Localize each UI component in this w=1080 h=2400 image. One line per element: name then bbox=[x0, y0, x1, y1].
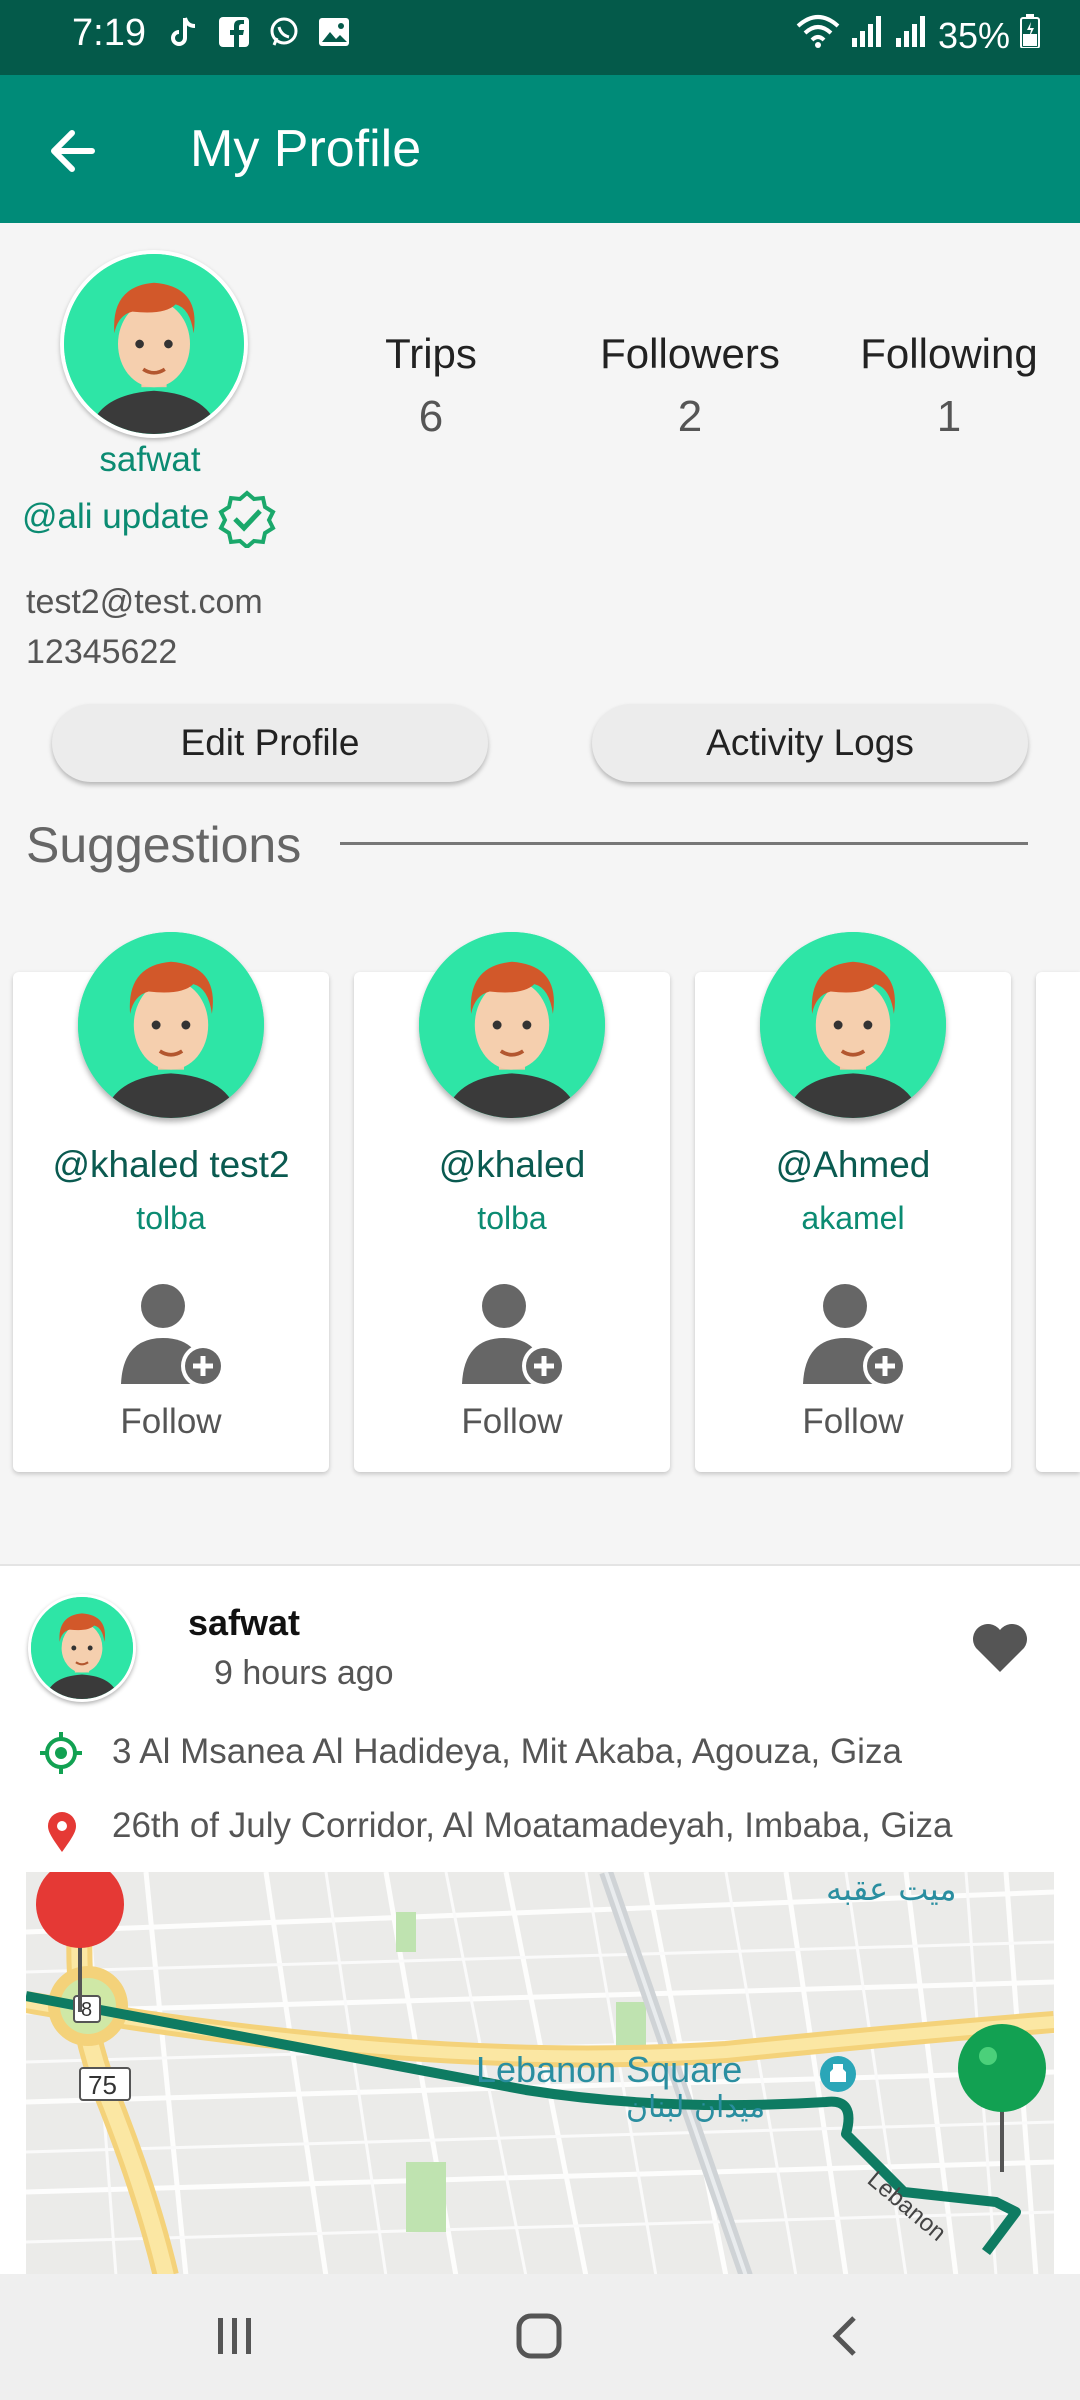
trip-end-address: 26th of July Corridor, Al Moatamadeyah, … bbox=[112, 1806, 953, 1845]
whatsapp-icon bbox=[268, 16, 300, 48]
gallery-icon bbox=[318, 16, 350, 48]
follow-button[interactable]: Follow bbox=[695, 1402, 1011, 1442]
add-person-icon[interactable] bbox=[454, 1272, 574, 1392]
suggestion-card[interactable]: @khaled tolba Follow bbox=[354, 932, 670, 1472]
system-nav-bar bbox=[0, 2274, 1080, 2400]
battery-text: 35% bbox=[937, 14, 1010, 56]
app-bar: My Profile bbox=[0, 75, 1080, 223]
suggestion-name: akamel bbox=[801, 1200, 905, 1236]
end-location-icon bbox=[44, 1810, 80, 1854]
suggestion-username: @Ahmed bbox=[775, 1144, 931, 1185]
add-person-icon[interactable] bbox=[113, 1272, 233, 1392]
arrow-back-icon[interactable] bbox=[42, 119, 106, 183]
trip-start-address: 3 Al Msanea Al Hadideya, Mit Akaba, Agou… bbox=[112, 1732, 902, 1771]
stat-trips[interactable]: Trips 6 bbox=[311, 330, 551, 442]
tiktok-icon bbox=[168, 16, 200, 48]
stat-following[interactable]: Following 1 bbox=[829, 330, 1069, 442]
stat-value: 6 bbox=[418, 392, 444, 441]
suggestion-card-partial[interactable] bbox=[1036, 972, 1080, 1472]
end-pin bbox=[36, 1872, 124, 1948]
suggestion-card[interactable]: @Ahmed akamel Follow bbox=[695, 932, 1011, 1472]
home-icon[interactable] bbox=[514, 2312, 564, 2360]
signal-icon bbox=[850, 14, 884, 57]
page-title: My Profile bbox=[190, 120, 422, 178]
profile-avatar[interactable] bbox=[60, 250, 248, 438]
follow-button[interactable]: Follow bbox=[13, 1402, 329, 1442]
profile-email: test2@test.com bbox=[26, 583, 263, 621]
suggestion-avatar bbox=[78, 932, 264, 1118]
suggestion-avatar bbox=[419, 932, 605, 1118]
start-location-icon bbox=[38, 1730, 84, 1776]
map-label-lebanon-square: Lebanon Square bbox=[476, 2049, 742, 2090]
profile-phone: 12345622 bbox=[26, 633, 178, 671]
suggestion-name: tolba bbox=[136, 1200, 206, 1236]
stat-followers[interactable]: Followers 2 bbox=[570, 330, 810, 442]
profile-name: safwat bbox=[99, 440, 201, 479]
road-number-small: 8 bbox=[81, 1999, 92, 2021]
heart-icon[interactable] bbox=[970, 1620, 1030, 1674]
divider bbox=[340, 842, 1028, 845]
stat-value: 2 bbox=[677, 392, 703, 441]
stat-label: Following bbox=[860, 330, 1038, 377]
stat-label: Followers bbox=[600, 330, 780, 377]
trip-post: safwat 9 hours ago 3 Al Msanea Al Hadide… bbox=[0, 1564, 1080, 2286]
stat-label: Trips bbox=[385, 330, 477, 377]
battery-charging-icon bbox=[1020, 14, 1040, 57]
recent-apps-icon[interactable] bbox=[210, 2314, 260, 2358]
post-author[interactable]: safwat bbox=[188, 1602, 300, 1644]
facebook-icon bbox=[218, 16, 250, 48]
map-label-arabic: ميدان لبنان bbox=[626, 2090, 765, 2125]
activity-logs-button[interactable]: Activity Logs bbox=[592, 704, 1028, 782]
suggestions-title: Suggestions bbox=[26, 817, 302, 873]
wifi-icon bbox=[796, 14, 840, 57]
map-label-arabic-top: ميت عقبه bbox=[826, 1872, 956, 1908]
signal-icon bbox=[894, 14, 928, 57]
status-bar: 7:19 35% bbox=[0, 0, 1080, 75]
road-number: 75 bbox=[88, 2070, 117, 2100]
profile-handle: @ali update bbox=[22, 497, 210, 536]
stat-value: 1 bbox=[936, 392, 962, 441]
back-nav-icon[interactable] bbox=[820, 2312, 870, 2360]
verified-badge-icon bbox=[218, 490, 276, 550]
add-person-icon[interactable] bbox=[795, 1272, 915, 1392]
trip-map[interactable]: 8 75 Lebanon Square ميدان لبنان ميت عقبه… bbox=[26, 1872, 1054, 2276]
suggestion-username: @khaled bbox=[438, 1144, 586, 1185]
post-author-avatar[interactable] bbox=[28, 1594, 136, 1702]
map-street-label: Lebanon bbox=[862, 2166, 951, 2247]
suggestion-card[interactable]: @khaled test2 tolba Follow bbox=[13, 932, 329, 1472]
suggestion-username: @khaled test2 bbox=[52, 1144, 290, 1185]
post-time: 9 hours ago bbox=[214, 1654, 394, 1692]
edit-profile-button[interactable]: Edit Profile bbox=[52, 704, 488, 782]
suggestion-avatar bbox=[760, 932, 946, 1118]
follow-button[interactable]: Follow bbox=[354, 1402, 670, 1442]
suggestion-name: tolba bbox=[477, 1200, 547, 1236]
status-time: 7:19 bbox=[72, 12, 146, 54]
